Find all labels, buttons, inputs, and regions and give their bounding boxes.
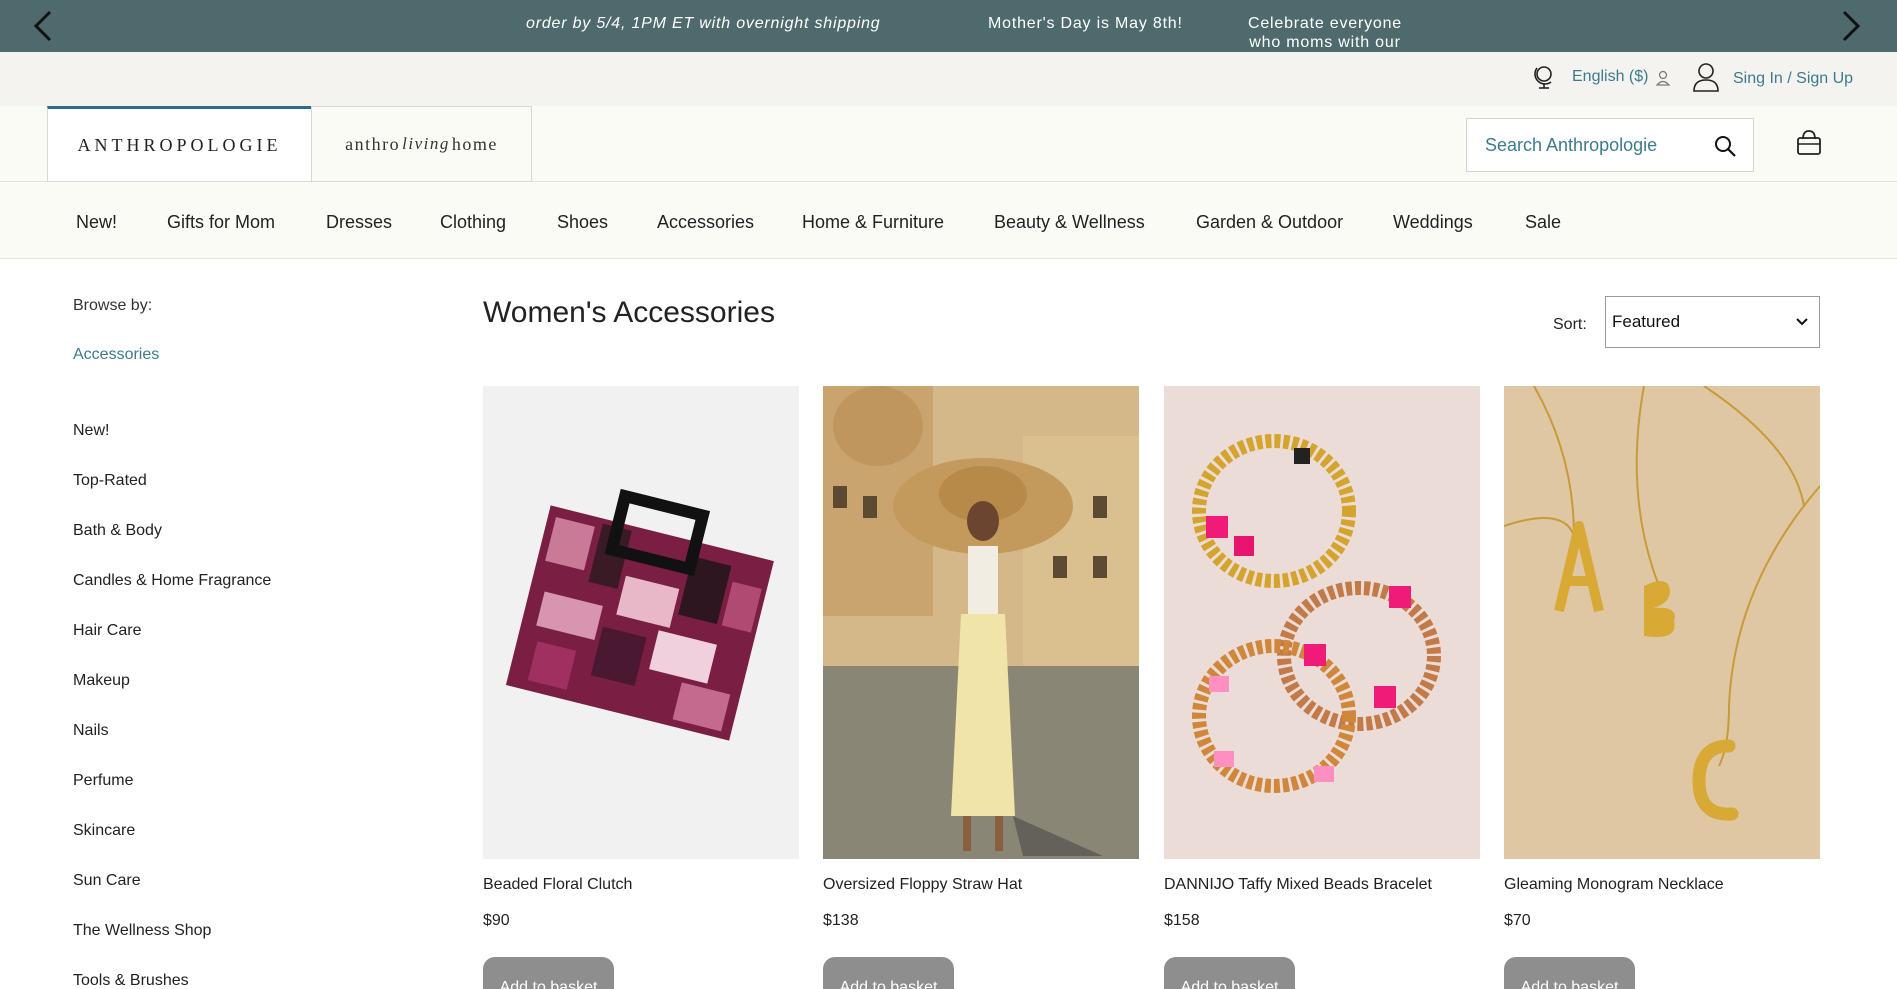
- product-card: Gleaming Monogram Necklace $70 Add to ba…: [1504, 386, 1820, 989]
- product-name[interactable]: Beaded Floral Clutch: [483, 876, 632, 894]
- promo-message-gift-guide[interactable]: Celebrate everyone who moms with our gif…: [1240, 14, 1410, 52]
- product-card: DANNIJO Taffy Mixed Beads Bracelet $158 …: [1164, 386, 1480, 989]
- main-nav: New! Gifts for Mom Dresses Clothing Shoe…: [0, 183, 1897, 259]
- sidebar-item-makeup[interactable]: Makeup: [73, 672, 130, 690]
- living-home-script: living: [402, 134, 450, 153]
- account-icon[interactable]: [1692, 62, 1720, 92]
- sidebar-item-new[interactable]: New!: [73, 422, 109, 440]
- nav-item-dresses[interactable]: Dresses: [326, 212, 392, 233]
- nav-item-beauty-wellness[interactable]: Beauty & Wellness: [994, 212, 1145, 233]
- sidebar-item-bath-body[interactable]: Bath & Body: [73, 522, 162, 540]
- nav-item-sale[interactable]: Sale: [1525, 212, 1561, 233]
- nav-item-weddings[interactable]: Weddings: [1393, 212, 1473, 233]
- sidebar-item-perfume[interactable]: Perfume: [73, 772, 133, 790]
- add-to-basket-button[interactable]: Add to basket: [483, 957, 614, 989]
- sign-in-link[interactable]: Sing In / Sign Up: [1733, 70, 1853, 88]
- promo-bar: order by 5/4, 1PM ET with overnight ship…: [0, 0, 1897, 52]
- product-price: $70: [1504, 912, 1531, 929]
- sort-label: Sort:: [1553, 316, 1587, 333]
- shopping-basket-icon[interactable]: [1796, 128, 1822, 156]
- sidebar-item-candles[interactable]: Candles & Home Fragrance: [73, 572, 271, 590]
- sidebar-item-hair-care[interactable]: Hair Care: [73, 622, 141, 640]
- add-to-basket-button[interactable]: Add to basket: [1164, 957, 1295, 989]
- product-image[interactable]: [483, 386, 799, 859]
- product-card: Oversized Floppy Straw Hat $138 Add to b…: [823, 386, 1139, 989]
- chevron-right-icon[interactable]: [1830, 6, 1870, 46]
- living-home-left: anthro: [345, 133, 401, 154]
- add-to-basket-button[interactable]: Add to basket: [1504, 957, 1635, 989]
- nav-item-home-furniture[interactable]: Home & Furniture: [802, 212, 944, 233]
- product-image[interactable]: [1504, 386, 1820, 859]
- anthro-living-home-tab[interactable]: anthro living home: [311, 106, 532, 182]
- sort-selected-value: Featured: [1612, 312, 1681, 331]
- product-name[interactable]: DANNIJO Taffy Mixed Beads Bracelet: [1164, 876, 1432, 894]
- nav-item-accessories[interactable]: Accessories: [657, 212, 754, 233]
- product-price: $158: [1164, 912, 1200, 929]
- product-name[interactable]: Gleaming Monogram Necklace: [1504, 876, 1724, 894]
- search-box: [1466, 118, 1754, 172]
- utility-bar: English ($) Sing In / Sign Up: [0, 52, 1897, 106]
- search-icon[interactable]: [1713, 134, 1737, 158]
- browse-current-category[interactable]: Accessories: [73, 346, 159, 364]
- sidebar-item-skincare[interactable]: Skincare: [73, 822, 135, 840]
- browse-by-label: Browse by:: [73, 297, 153, 314]
- page-title: Women's Accessories: [483, 296, 775, 329]
- product-image[interactable]: [1164, 386, 1480, 859]
- product-price: $138: [823, 912, 859, 929]
- sort-select[interactable]: Featured: [1605, 296, 1820, 348]
- language-selector[interactable]: English ($): [1572, 68, 1648, 86]
- nav-item-shoes[interactable]: Shoes: [557, 212, 608, 233]
- search-input[interactable]: [1467, 119, 1707, 171]
- anthropologie-logo-tab[interactable]: ANTHROPOLOGIE: [47, 106, 312, 182]
- chevron-down-icon: [1796, 318, 1808, 326]
- nav-item-gifts-for-mom[interactable]: Gifts for Mom: [167, 212, 275, 233]
- sidebar-item-top-rated[interactable]: Top-Rated: [73, 472, 147, 490]
- product-price: $90: [483, 912, 510, 929]
- sidebar-item-tools-brushes[interactable]: Tools & Brushes: [73, 972, 189, 989]
- product-image[interactable]: [823, 386, 1139, 859]
- sidebar-item-sun-care[interactable]: Sun Care: [73, 872, 141, 890]
- promo-message-shipping[interactable]: order by 5/4, 1PM ET with overnight ship…: [526, 14, 880, 33]
- sidebar-item-wellness-shop[interactable]: The Wellness Shop: [73, 922, 211, 940]
- nav-item-clothing[interactable]: Clothing: [440, 212, 506, 233]
- globe-icon[interactable]: [1533, 64, 1555, 90]
- living-home-right: home: [451, 133, 498, 154]
- site-header: ANTHROPOLOGIE anthro living home: [0, 106, 1897, 182]
- product-card: Beaded Floral Clutch $90 Add to basket: [483, 386, 799, 989]
- chevron-left-icon[interactable]: [24, 6, 64, 46]
- nav-item-garden-outdoor[interactable]: Garden & Outdoor: [1196, 212, 1343, 233]
- sidebar-item-nails[interactable]: Nails: [73, 722, 109, 740]
- product-name[interactable]: Oversized Floppy Straw Hat: [823, 876, 1022, 894]
- nav-item-new[interactable]: New!: [76, 212, 117, 233]
- add-to-basket-button[interactable]: Add to basket: [823, 957, 954, 989]
- promo-message-mothers-day[interactable]: Mother's Day is May 8th!: [988, 14, 1183, 33]
- person-icon: [1656, 70, 1670, 86]
